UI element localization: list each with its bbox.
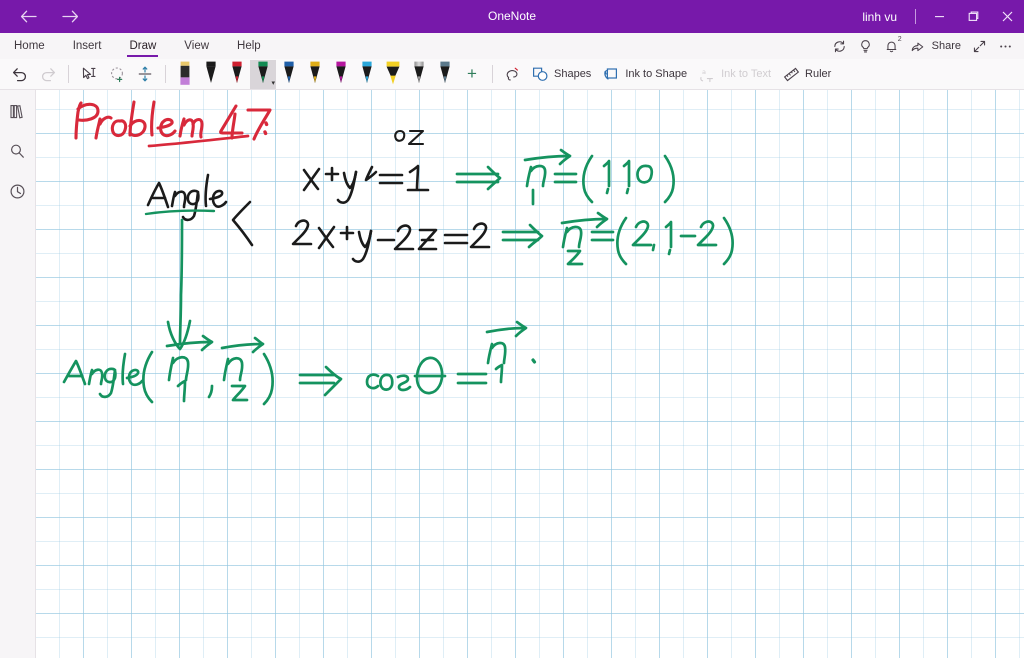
expand-button[interactable]: [966, 33, 992, 59]
share-button[interactable]: Share: [905, 33, 966, 59]
notifications-button[interactable]: 2: [879, 33, 905, 59]
sidebar-item-recent[interactable]: [3, 176, 33, 206]
more-options-button[interactable]: [992, 33, 1018, 59]
add-pen-label: +: [467, 64, 477, 83]
undo-button[interactable]: [6, 60, 34, 88]
ink-to-shape-label: Ink to Shape: [625, 68, 688, 80]
minimize-button[interactable]: [922, 0, 956, 33]
pen-blue[interactable]: [276, 60, 302, 89]
svg-text:a: a: [702, 68, 706, 76]
pen-gold[interactable]: [302, 60, 328, 89]
toolbar-divider-1: [68, 65, 69, 83]
ink-layer: Problem 47 Angle x +y = 1 2x +y -2z = 2 …: [36, 90, 1024, 658]
ink-to-text-label: Ink to Text: [721, 68, 772, 80]
close-button[interactable]: [990, 0, 1024, 33]
pen-green[interactable]: ▾: [250, 59, 276, 89]
pen-eraser[interactable]: [172, 60, 198, 89]
add-pen-button[interactable]: +: [458, 60, 486, 88]
ruler-label: Ruler: [805, 68, 832, 80]
shapes-label: Shapes: [554, 68, 592, 80]
onenote-window: OneNote linh vu Home Insert Draw View He…: [0, 0, 1024, 658]
sidebar-item-search[interactable]: [3, 136, 33, 166]
toolbar-divider-2: [165, 65, 166, 83]
account-name[interactable]: linh vu: [850, 10, 909, 24]
pen-black[interactable]: [198, 60, 224, 89]
redo-button[interactable]: [34, 60, 62, 88]
draw-toolbar: ▾ + Shapes Ink to Shape a Ink to Text Ru…: [0, 59, 1024, 90]
ink-lasso-button[interactable]: [499, 60, 527, 88]
forward-arrow-icon[interactable]: [50, 1, 90, 33]
nav-arrows: [0, 1, 90, 33]
lightbulb-icon[interactable]: [853, 33, 879, 59]
tab-draw[interactable]: Draw: [115, 33, 170, 59]
title-bar-right: linh vu: [850, 0, 1024, 33]
ribbon-tab-bar: Home Insert Draw View Help 2 Share: [0, 33, 1024, 59]
tab-home[interactable]: Home: [0, 33, 59, 59]
shapes-button[interactable]: Shapes: [527, 60, 598, 88]
pen-magenta[interactable]: [328, 60, 354, 89]
share-label: Share: [931, 40, 961, 52]
pen-red[interactable]: [224, 60, 250, 89]
restore-button[interactable]: [956, 0, 990, 33]
title-bar: OneNote linh vu: [0, 0, 1024, 33]
title-divider: [915, 9, 916, 24]
sidebar-item-notebooks[interactable]: [3, 96, 33, 126]
back-arrow-icon[interactable]: [8, 1, 48, 33]
left-rail: [0, 90, 36, 658]
toolbar-divider-3: [492, 65, 493, 83]
workspace: Problem 47 Angle x +y = 1 2x +y -2z = 2 …: [0, 90, 1024, 658]
notification-badge: 2: [897, 36, 902, 43]
tab-view[interactable]: View: [170, 33, 223, 59]
ink-strokes: [62, 100, 734, 406]
sync-button[interactable]: [827, 33, 853, 59]
chevron-down-icon[interactable]: ▾: [271, 80, 275, 87]
ink-to-text-button[interactable]: a Ink to Text: [694, 60, 778, 88]
tab-insert[interactable]: Insert: [59, 33, 116, 59]
highlighter-yellow[interactable]: [380, 60, 406, 89]
pen-cyan[interactable]: [354, 60, 380, 89]
ribbon-right-actions: 2 Share: [827, 33, 1024, 59]
pen-steel[interactable]: [432, 60, 458, 89]
pen-silver[interactable]: [406, 60, 432, 89]
insert-space-button[interactable]: [131, 60, 159, 88]
ruler-button[interactable]: Ruler: [778, 60, 838, 88]
tab-help[interactable]: Help: [223, 33, 275, 59]
select-text-button[interactable]: [75, 60, 103, 88]
lasso-select-button[interactable]: [103, 60, 131, 88]
ink-to-shape-button[interactable]: Ink to Shape: [598, 60, 694, 88]
note-canvas[interactable]: Problem 47 Angle x +y = 1 2x +y -2z = 2 …: [36, 90, 1024, 658]
